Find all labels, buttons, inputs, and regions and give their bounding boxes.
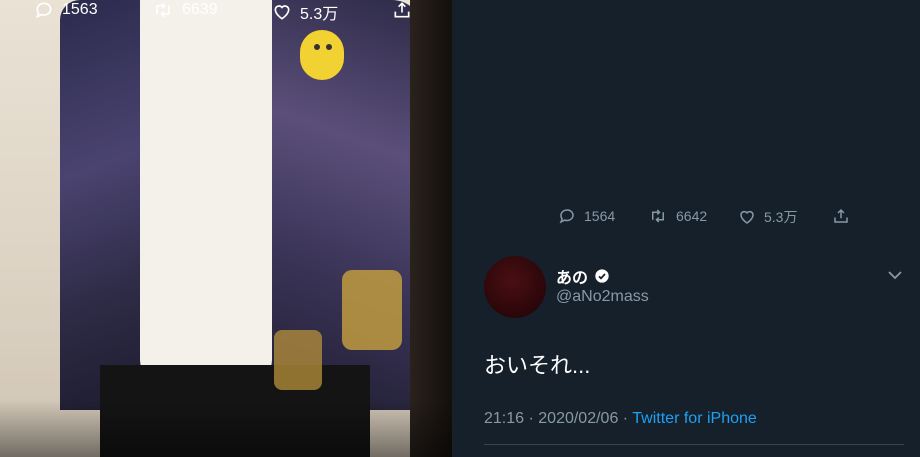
retweet-icon (156, 2, 170, 18)
screenshot-collage: 1563 6639 5.3万 1564 6642 5.3万 あの @aNo2ma… (0, 0, 920, 457)
tweet-date[interactable]: 2020/02/06 (538, 410, 618, 427)
like-icon (740, 210, 754, 224)
left-action-bar (0, 400, 452, 457)
thread-like-count: 5.3万 (764, 209, 798, 225)
reply-icon (559, 209, 574, 224)
retweet-icon (652, 209, 664, 223)
photo-pattern-patch (274, 330, 322, 390)
tweet-text: おいそれ... (484, 353, 591, 378)
left-like-count: 5.3万 (300, 6, 339, 23)
thread-like-button[interactable]: 5.3万 (738, 207, 797, 227)
thread-retweet-button[interactable]: 6642 (648, 207, 707, 225)
author-avatar[interactable] (484, 256, 546, 318)
thread-share-button[interactable] (832, 207, 850, 225)
verified-badge-icon (595, 269, 609, 283)
tweet-source-link[interactable]: Twitter for iPhone (632, 410, 757, 427)
author-handle[interactable]: @aNo2mass (556, 288, 649, 306)
tweet-meta: 21:16 · 2020/02/06 · Twitter for iPhone (484, 410, 757, 428)
thread-reply-button[interactable]: 1564 (558, 207, 615, 225)
left-retweet-count: 6639 (182, 1, 218, 18)
left-tweet-photo[interactable] (0, 0, 452, 457)
thread-retweet-count: 6642 (676, 208, 708, 224)
thread-reply-count: 1564 (584, 208, 616, 224)
left-reply-count: 1563 (62, 1, 98, 18)
photo-background-dark (410, 0, 452, 457)
author-display-name: あの (556, 270, 589, 287)
meta-separator: · (524, 410, 539, 427)
photo-yellow-badge (300, 30, 344, 80)
meta-separator: · (618, 410, 633, 427)
tweet-time[interactable]: 21:16 (484, 410, 524, 427)
chevron-down-icon[interactable] (886, 268, 904, 282)
share-icon (394, 2, 410, 18)
left-retweet-button[interactable]: 6639 (152, 0, 218, 20)
like-icon (274, 5, 290, 20)
share-icon (834, 208, 848, 223)
reply-icon (35, 2, 52, 19)
left-share-button[interactable] (392, 0, 412, 20)
left-reply-button[interactable]: 1563 (34, 0, 98, 20)
left-like-button[interactable]: 5.3万 (272, 0, 338, 24)
photo-shirt (140, 0, 272, 380)
meta-divider (484, 444, 904, 445)
photo-pattern-patch (342, 270, 402, 350)
author-display-name-row[interactable]: あの (556, 264, 610, 288)
